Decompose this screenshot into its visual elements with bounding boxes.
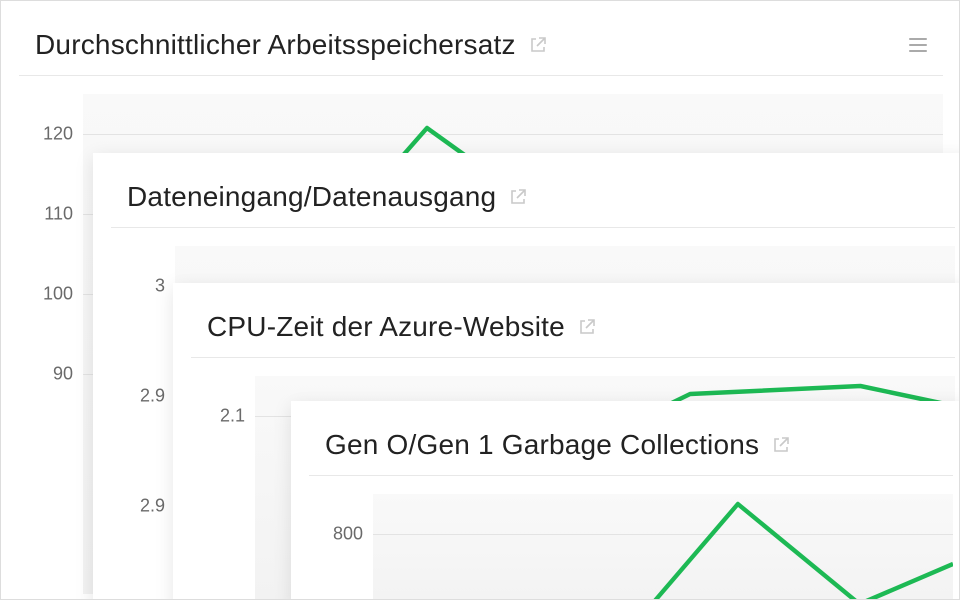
card-title: Dateneingang/Datenausgang (127, 181, 496, 213)
y-tick: 2.9 (140, 386, 165, 407)
y-tick: 3 (155, 276, 165, 297)
card-title: Gen O/Gen 1 Garbage Collections (325, 429, 759, 461)
y-tick: 120 (43, 124, 73, 145)
external-link-icon[interactable] (530, 37, 546, 53)
external-link-icon[interactable] (773, 437, 789, 453)
y-tick: 2.1 (220, 406, 245, 427)
external-link-icon[interactable] (579, 319, 595, 335)
external-link-icon[interactable] (510, 189, 526, 205)
chart-card-gc: Gen O/Gen 1 Garbage Collections 800 (291, 401, 960, 600)
chart-plot: 800 (309, 494, 953, 600)
dashboard-frame: Durchschnittlicher Arbeitsspeichersatz 1… (0, 0, 960, 600)
y-tick: 110 (44, 204, 73, 225)
y-tick: 800 (333, 524, 363, 545)
y-tick: 2.9 (140, 496, 165, 517)
hamburger-menu-icon[interactable] (909, 38, 927, 52)
y-tick: 100 (43, 284, 73, 305)
y-tick: 90 (53, 364, 73, 385)
card-title: Durchschnittlicher Arbeitsspeichersatz (35, 29, 516, 61)
card-title: CPU-Zeit der Azure-Website (207, 311, 565, 343)
chart-line (373, 494, 953, 600)
